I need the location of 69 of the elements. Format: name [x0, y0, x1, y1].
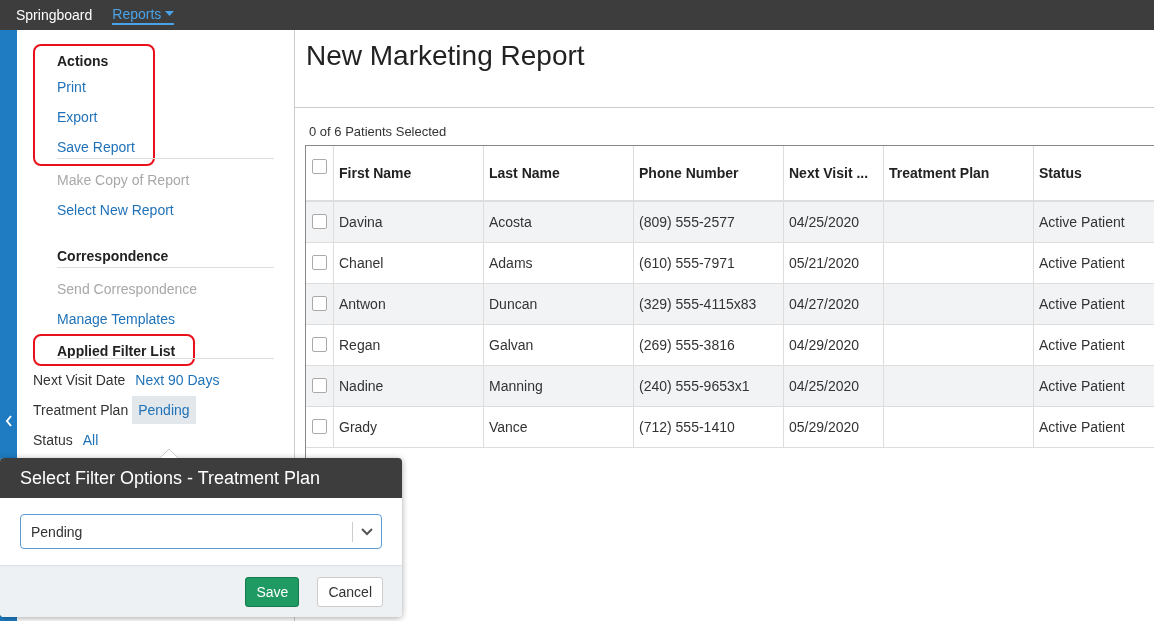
row-checkbox[interactable]: [312, 214, 327, 229]
sidebar-link[interactable]: Select New Report: [33, 195, 274, 225]
reports-menu[interactable]: Reports: [112, 5, 175, 25]
filter-name: Treatment Plan: [33, 402, 129, 418]
table-cell: Adams: [489, 255, 533, 271]
table-cell: Grady: [339, 419, 378, 435]
sidebar-link[interactable]: Manage Templates: [33, 304, 274, 334]
column-header[interactable]: Last Name: [489, 165, 560, 181]
table-cell: Active Patient: [1039, 378, 1125, 394]
selection-count: 0 of 6 Patients Selected: [308, 123, 448, 141]
filter-value-link[interactable]: All: [76, 426, 105, 454]
sidebar-link[interactable]: Save Report: [57, 132, 135, 162]
table-cell: Duncan: [489, 296, 538, 312]
dialog-title: Select Filter Options - Treatment Plan: [20, 467, 321, 489]
table-cell: 04/25/2020: [789, 214, 860, 230]
column-header[interactable]: Status: [1039, 165, 1082, 181]
column-header[interactable]: Phone Number: [639, 165, 739, 181]
table-cell: Active Patient: [1039, 419, 1125, 435]
chevron-down-icon: [361, 527, 373, 536]
column-header[interactable]: First Name: [339, 165, 412, 181]
sidebar-link[interactable]: Print: [57, 72, 135, 102]
row-checkbox[interactable]: [312, 378, 327, 393]
dialog-pointer: [160, 449, 178, 458]
cancel-button[interactable]: Cancel: [317, 577, 383, 607]
chevron-left-icon: [4, 414, 13, 427]
caret-icon: [165, 10, 175, 17]
table-cell: (809) 555-2577: [639, 214, 735, 230]
section-title: Actions: [57, 52, 110, 71]
filter-value-link[interactable]: Pending: [132, 396, 196, 424]
table-cell: Active Patient: [1039, 337, 1125, 353]
table-cell: Manning: [489, 378, 543, 394]
table-cell: 05/21/2020: [789, 255, 860, 271]
table-cell: (269) 555-3816: [639, 337, 735, 353]
table-cell: Galvan: [489, 337, 534, 353]
treatment-plan-select[interactable]: Pending: [20, 514, 382, 549]
table-cell: Regan: [339, 337, 381, 353]
row-checkbox[interactable]: [312, 337, 327, 352]
table-cell: Antwon: [339, 296, 386, 312]
select-all-checkbox[interactable]: [312, 159, 327, 174]
table-cell: 04/25/2020: [789, 378, 860, 394]
brand-label[interactable]: Springboard: [16, 7, 93, 23]
column-header[interactable]: Next Visit ...: [789, 165, 869, 181]
save-button[interactable]: Save: [245, 577, 300, 607]
row-checkbox[interactable]: [312, 419, 327, 434]
report-title: New Marketing Report: [306, 39, 586, 72]
table-cell: Active Patient: [1039, 255, 1125, 271]
table-cell: (610) 555-7971: [639, 255, 735, 271]
table-cell: Active Patient: [1039, 214, 1125, 230]
filter-name: Next Visit Date: [33, 372, 126, 388]
table-cell: (240) 555-9653x1: [639, 378, 750, 394]
table-cell: 04/29/2020: [789, 337, 860, 353]
row-checkbox[interactable]: [312, 296, 327, 311]
section-title: Applied Filter List: [57, 342, 176, 361]
table-cell: Active Patient: [1039, 296, 1125, 312]
section-title: Correspondence: [56, 247, 170, 266]
sidebar-link[interactable]: Export: [57, 102, 135, 132]
row-checkbox[interactable]: [312, 255, 327, 270]
table-cell: (329) 555-4115x83: [639, 296, 757, 312]
column-header[interactable]: Treatment Plan: [889, 165, 990, 181]
table-cell: 04/27/2020: [789, 296, 860, 312]
table-cell: Acosta: [489, 214, 532, 230]
table-cell: Nadine: [339, 378, 384, 394]
table-cell: (712) 555-1410: [639, 419, 735, 435]
table-cell: Davina: [339, 214, 383, 230]
filter-value-link[interactable]: Next 90 Days: [129, 366, 226, 394]
table-cell: 05/29/2020: [789, 419, 860, 435]
filter-name: Status: [33, 432, 73, 448]
table-cell: Chanel: [339, 255, 384, 271]
table-cell: Vance: [489, 419, 528, 435]
